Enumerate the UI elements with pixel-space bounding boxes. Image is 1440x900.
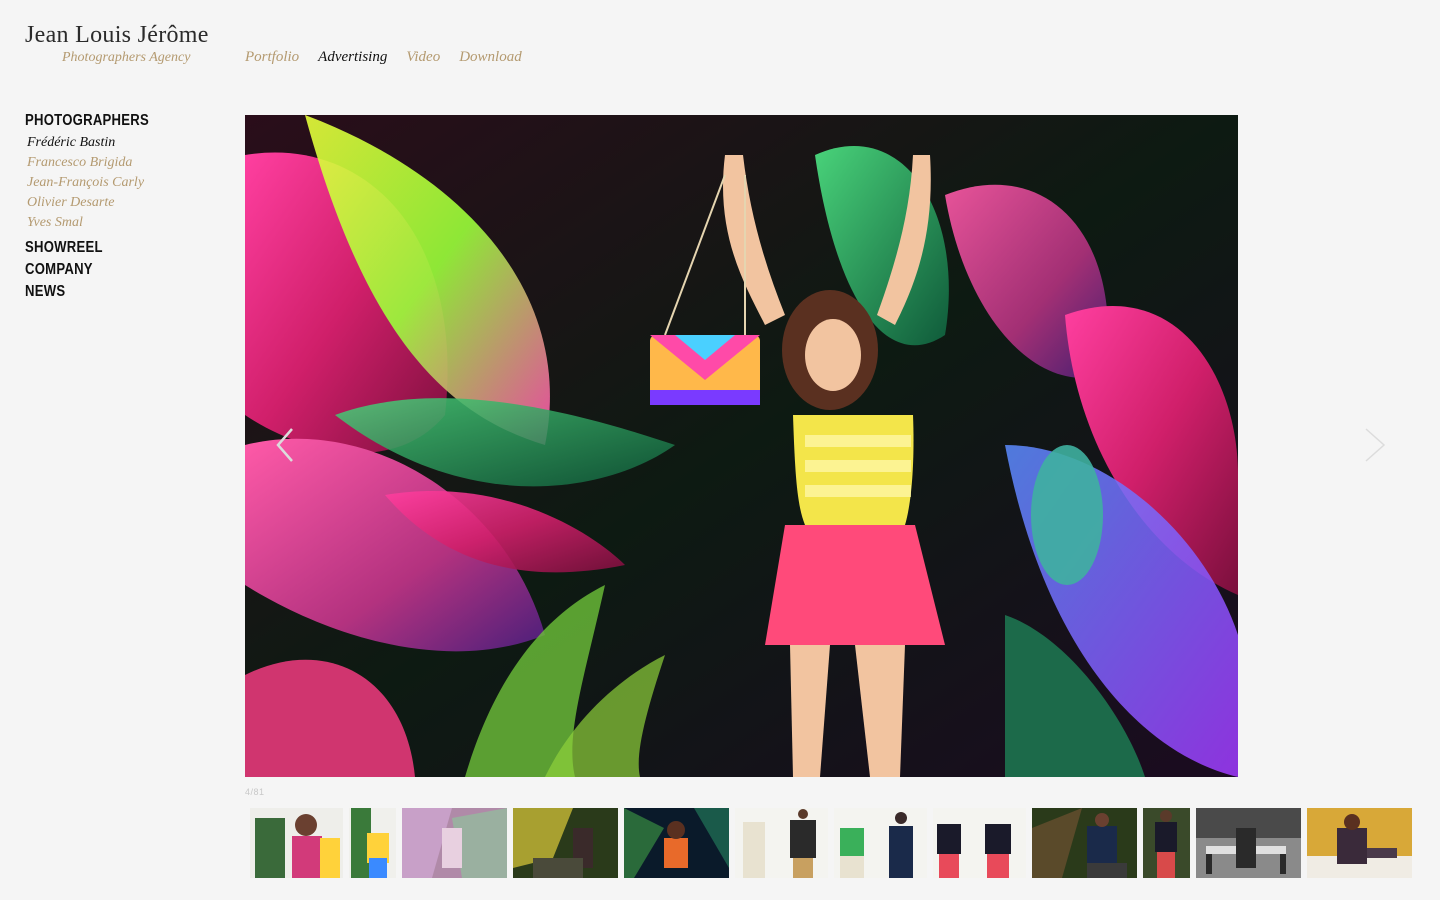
chevron-left-icon: [276, 428, 293, 462]
thumbnail[interactable]: [402, 808, 507, 878]
thumbnail-image: [1307, 808, 1412, 878]
photographer-frederic-bastin[interactable]: Frédéric Bastin: [27, 133, 225, 153]
brand-subtitle: Photographers Agency: [62, 50, 191, 65]
showreel-link[interactable]: SHOWREEL: [25, 239, 189, 257]
thumbnail-image: [1196, 808, 1301, 878]
thumbnail-image: [735, 808, 828, 878]
photographer-francesco-brigida[interactable]: Francesco Brigida: [27, 153, 225, 173]
prev-arrow[interactable]: [272, 425, 302, 465]
thumbnail-image: [933, 808, 1026, 878]
photographer-jean-francois-carly[interactable]: Jean-François Carly: [27, 173, 225, 193]
thumbnail[interactable]: [1196, 808, 1301, 878]
chevron-right-icon: [1365, 428, 1386, 462]
brand-title: Jean Louis Jérôme: [25, 22, 209, 48]
next-arrow[interactable]: [1360, 425, 1390, 465]
thumbnail-image: [834, 808, 927, 878]
thumbnail[interactable]: [250, 808, 343, 878]
thumbnail[interactable]: [834, 808, 927, 878]
photographer-list: Frédéric Bastin Francesco Brigida Jean-F…: [27, 133, 225, 233]
photographers-heading[interactable]: PHOTOGRAPHERS: [25, 112, 189, 130]
top-navigation: Portfolio Advertising Video Download: [245, 49, 522, 66]
main-photo[interactable]: [245, 115, 1238, 777]
thumbnail-image: [624, 808, 729, 878]
thumbnail[interactable]: [735, 808, 828, 878]
nav-download[interactable]: Download: [459, 49, 522, 66]
thumbnail[interactable]: [349, 808, 396, 878]
image-counter: 4/81: [245, 787, 265, 797]
news-link[interactable]: NEWS: [25, 283, 189, 301]
thumbnail-image: [250, 808, 343, 878]
brand-logo[interactable]: Jean Louis Jérôme Photographers Agency: [25, 22, 209, 66]
thumbnail[interactable]: [1143, 808, 1190, 878]
nav-advertising[interactable]: Advertising: [318, 49, 387, 66]
company-link[interactable]: COMPANY: [25, 261, 189, 279]
thumbnail[interactable]: [1307, 808, 1412, 878]
thumbnail-image: [513, 808, 618, 878]
photographer-olivier-desarte[interactable]: Olivier Desarte: [27, 193, 225, 213]
main-photo-artwork: [245, 115, 1238, 777]
thumbnail[interactable]: [624, 808, 729, 878]
thumbnail-image: [402, 808, 507, 878]
nav-portfolio[interactable]: Portfolio: [245, 49, 299, 66]
photographer-yves-smal[interactable]: Yves Smal: [27, 213, 225, 233]
thumbnail[interactable]: [1032, 808, 1137, 878]
thumbnail-image: [1143, 808, 1190, 878]
nav-video[interactable]: Video: [406, 49, 440, 66]
thumbnail-image: [349, 808, 396, 878]
sidebar: PHOTOGRAPHERS Frédéric Bastin Francesco …: [25, 112, 225, 301]
thumbnail[interactable]: [933, 808, 1026, 878]
thumbnail[interactable]: [513, 808, 618, 878]
thumbnail-image: [1032, 808, 1137, 878]
